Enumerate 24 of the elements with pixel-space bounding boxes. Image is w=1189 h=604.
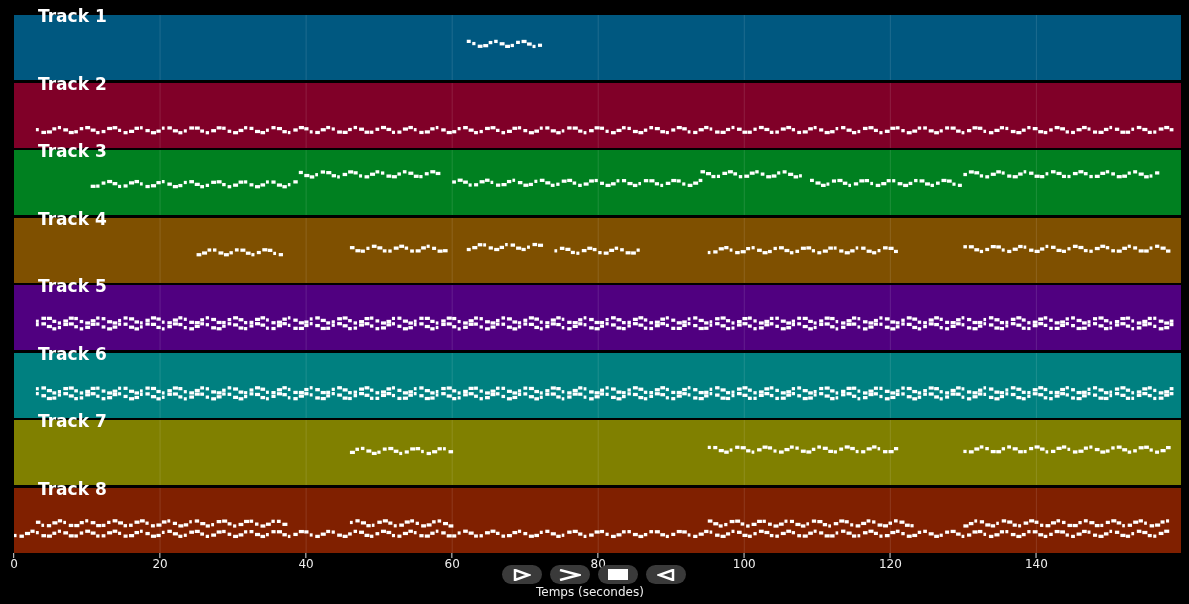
track-label: Track 5 [38,276,107,296]
tick-label: 80 [590,557,606,571]
tick-label: 20 [152,557,168,571]
track-label: Track 4 [38,208,107,229]
tick-label: 60 [444,557,460,571]
tick-label: 100 [732,557,756,571]
forward-button[interactable] [550,565,590,584]
chevron-right-icon [559,568,581,581]
triangle-left-icon [657,568,675,581]
play-button[interactable] [502,565,542,584]
tick-label: 0 [10,557,18,571]
track-label: Track 1 [38,6,107,26]
axis-label: Temps (secondes) [536,584,644,600]
tick-label: 40 [298,557,314,571]
track-label: Track 6 [38,343,107,364]
track-label: Track 8 [38,478,107,499]
tick-label: 140 [1024,557,1048,571]
tick-label: 120 [878,557,902,571]
track-label: Track 7 [38,411,107,431]
track-label: Track 3 [38,141,107,161]
triangle-right-icon [513,568,531,581]
square-icon [608,569,628,580]
track-label: Track 2 [38,73,107,94]
reverse-button[interactable] [646,565,686,584]
